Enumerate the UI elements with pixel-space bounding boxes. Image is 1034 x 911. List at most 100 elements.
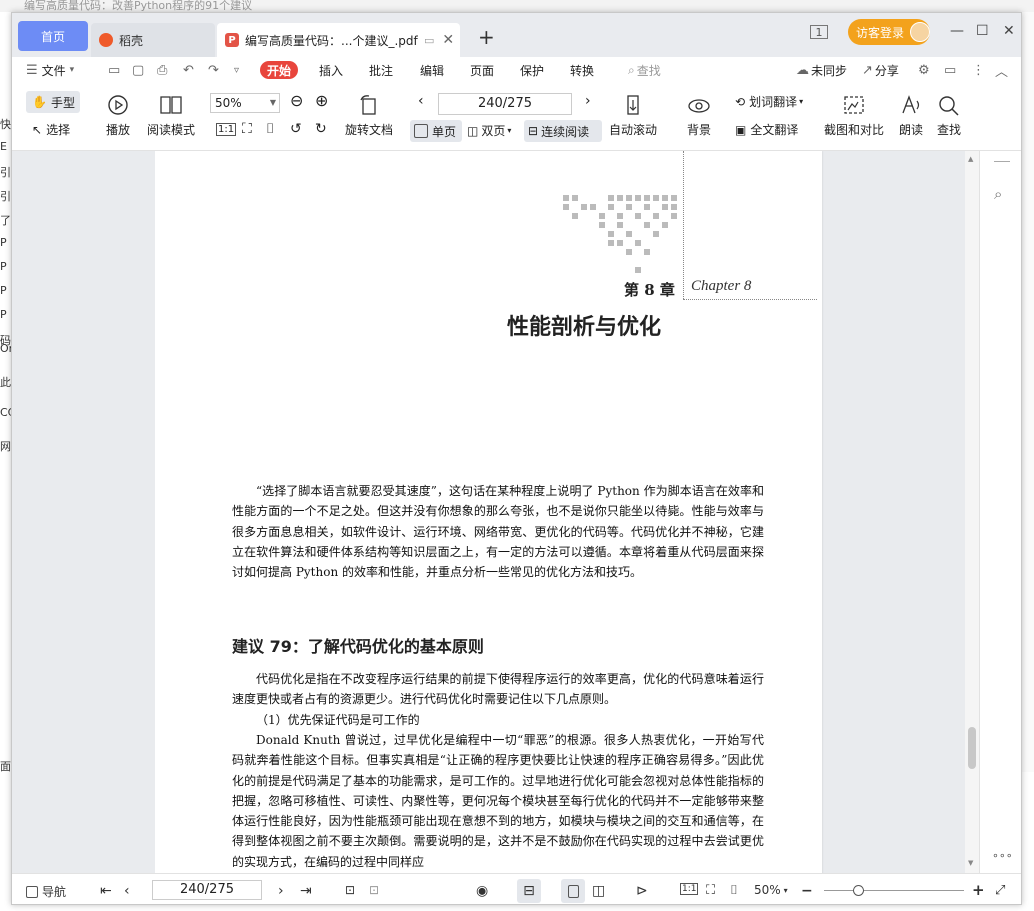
- fit-page-icon[interactable]: ⛶: [242, 121, 252, 137]
- save-icon[interactable]: ▢: [132, 61, 144, 79]
- prev-page-icon[interactable]: ‹: [418, 93, 424, 109]
- vertical-scrollbar[interactable]: ▲ ▼: [965, 151, 979, 873]
- actual-size-icon[interactable]: 1:1: [216, 123, 237, 136]
- more-horizontal-icon[interactable]: ∘∘∘: [992, 849, 1013, 862]
- auto-scroll-button[interactable]: 自动滚动: [609, 93, 657, 138]
- background-button[interactable]: 背景: [687, 93, 711, 138]
- continuous-icon: ⊟: [528, 124, 539, 138]
- prev-page-icon[interactable]: ‹: [124, 883, 130, 899]
- scroll-thumb[interactable]: [968, 727, 976, 769]
- full-translate-button[interactable]: ▣ 全文翻译: [735, 121, 798, 138]
- select-tool[interactable]: ↖ 选择: [32, 121, 70, 138]
- zoom-minus-button[interactable]: −: [801, 883, 813, 899]
- tab-close-icon[interactable]: ✕: [442, 32, 454, 48]
- pane-handle-icon[interactable]: [994, 161, 1010, 162]
- play-button[interactable]: 播放: [106, 93, 130, 138]
- tab-comment-icon[interactable]: ▭: [424, 34, 434, 47]
- collapse-ribbon-icon[interactable]: ︿: [995, 61, 1008, 80]
- login-button[interactable]: 访客登录: [848, 19, 930, 45]
- tab-document-title: 编写高质量代码：...个建议_.pdf: [245, 33, 418, 48]
- double-mode-icon[interactable]: ◫: [592, 883, 605, 899]
- zoom-in-icon[interactable]: ⊕: [315, 91, 328, 110]
- new-tab-button[interactable]: +: [478, 25, 495, 49]
- first-page-icon[interactable]: ⇤: [100, 883, 112, 899]
- menu-file[interactable]: ☰ 文件 ▾: [26, 61, 74, 79]
- menu-insert[interactable]: 插入: [319, 61, 343, 79]
- print-icon[interactable]: ⎙: [157, 61, 167, 79]
- search-doc-icon[interactable]: ⌕: [994, 185, 1002, 203]
- background-sidebar: 快 E 引 引 了 P P P P 码 On 此 CC 网 面: [0, 12, 11, 773]
- next-page-icon[interactable]: ›: [278, 883, 284, 899]
- speaker-icon: [899, 93, 923, 117]
- share-button[interactable]: ↗ 分享: [862, 61, 899, 79]
- zoom-out-icon[interactable]: ⊖: [290, 91, 303, 110]
- last-page-icon[interactable]: ⇥: [300, 883, 312, 899]
- login-label: 访客登录: [856, 25, 905, 40]
- fit-width-icon[interactable]: ⌷: [730, 883, 738, 898]
- tab-document[interactable]: P 编写高质量代码：...个建议_.pdf ▭ ✕: [217, 23, 460, 57]
- menu-page[interactable]: 页面: [470, 61, 494, 79]
- single-mode-icon[interactable]: [561, 879, 585, 903]
- document-viewport[interactable]: 第 8 章 Chapter 8 性能剖析与优化 “选择了脚本语言就要忍受其速度”…: [155, 151, 965, 873]
- nav-button[interactable]: 导航: [26, 883, 66, 900]
- actual-size-icon[interactable]: 1:1: [680, 883, 699, 895]
- back-icon[interactable]: ⊡: [345, 883, 355, 897]
- scroll-up-icon[interactable]: ▲: [968, 155, 973, 163]
- double-page-label: 双页: [481, 124, 506, 138]
- word-translate-button[interactable]: ⟲ 划词翻译 ▾: [735, 93, 803, 110]
- zoom-plus-button[interactable]: +: [972, 881, 985, 899]
- fit-width-icon[interactable]: ⌷: [266, 121, 274, 137]
- continuous-read-button[interactable]: ⊟ 连续阅读: [524, 120, 602, 142]
- rotate-right-icon[interactable]: ↻: [315, 121, 327, 137]
- redo-icon[interactable]: ↷: [208, 61, 219, 79]
- screenshot-compare-button[interactable]: 截图和对比: [824, 93, 884, 138]
- menu-convert[interactable]: 转换: [570, 61, 594, 79]
- eye-mode-icon[interactable]: ◉: [476, 883, 488, 899]
- feedback-icon[interactable]: ▭: [944, 61, 956, 79]
- single-page-button[interactable]: 单页: [410, 120, 462, 142]
- share-label: 分享: [874, 63, 899, 78]
- bg-char: P: [0, 284, 7, 297]
- undo-icon[interactable]: ↶: [183, 61, 194, 79]
- rotate-doc-button[interactable]: 旋转文档: [345, 93, 393, 138]
- page-number-input[interactable]: 240/275: [438, 93, 572, 115]
- close-button[interactable]: ✕: [1003, 23, 1015, 39]
- hamburger-icon: ☰: [26, 62, 38, 78]
- hand-tool[interactable]: ✋ 手型: [26, 91, 80, 113]
- menu-annotate[interactable]: 批注: [369, 61, 393, 79]
- read-aloud-button[interactable]: 朗读: [899, 93, 923, 138]
- next-page-icon[interactable]: ›: [585, 93, 591, 109]
- settings-icon[interactable]: ⚙: [918, 61, 930, 79]
- scroll-down-icon[interactable]: ▼: [968, 859, 973, 867]
- rotate-left-icon[interactable]: ↺: [290, 121, 302, 137]
- status-page-input[interactable]: 240/275: [152, 880, 262, 900]
- tab-home[interactable]: 首页: [18, 21, 88, 51]
- play-mode-icon[interactable]: ⊳: [636, 883, 648, 899]
- menu-edit[interactable]: 编辑: [420, 61, 444, 79]
- fit-page-icon[interactable]: ⛶: [706, 883, 715, 898]
- sync-button[interactable]: ☁ 未同步: [796, 61, 847, 79]
- continuous-mode-icon[interactable]: ⊟: [517, 879, 541, 903]
- window-mode-button[interactable]: 1: [810, 25, 828, 39]
- customize-icon[interactable]: ▿: [234, 61, 239, 79]
- single-page-label: 单页: [432, 124, 457, 139]
- menu-protect[interactable]: 保护: [520, 61, 544, 79]
- tab-docer[interactable]: 稻壳: [91, 23, 215, 57]
- open-icon[interactable]: ▭: [108, 61, 120, 79]
- more-vertical-icon[interactable]: ⋮: [972, 61, 985, 79]
- status-zoom[interactable]: 50% ▾: [754, 883, 788, 897]
- bg-char: 网: [0, 440, 11, 453]
- fullscreen-icon[interactable]: ⤢: [995, 883, 1005, 898]
- menu-search[interactable]: ⌕ 查找: [628, 61, 661, 79]
- find-button[interactable]: 查找: [937, 93, 961, 138]
- double-page-button[interactable]: ◫ 双页 ▾: [467, 122, 511, 139]
- zoom-select[interactable]: 50% ▼: [210, 93, 280, 113]
- zoom-slider-track[interactable]: [824, 890, 964, 891]
- menu-start[interactable]: 开始: [260, 61, 299, 79]
- zoom-slider-knob[interactable]: [853, 885, 864, 896]
- forward-icon[interactable]: ⊡: [369, 883, 379, 897]
- read-mode-button[interactable]: 阅读模式: [147, 93, 195, 138]
- minimize-button[interactable]: —: [950, 23, 964, 39]
- bg-char: 快: [0, 118, 11, 131]
- maximize-button[interactable]: ☐: [976, 23, 989, 39]
